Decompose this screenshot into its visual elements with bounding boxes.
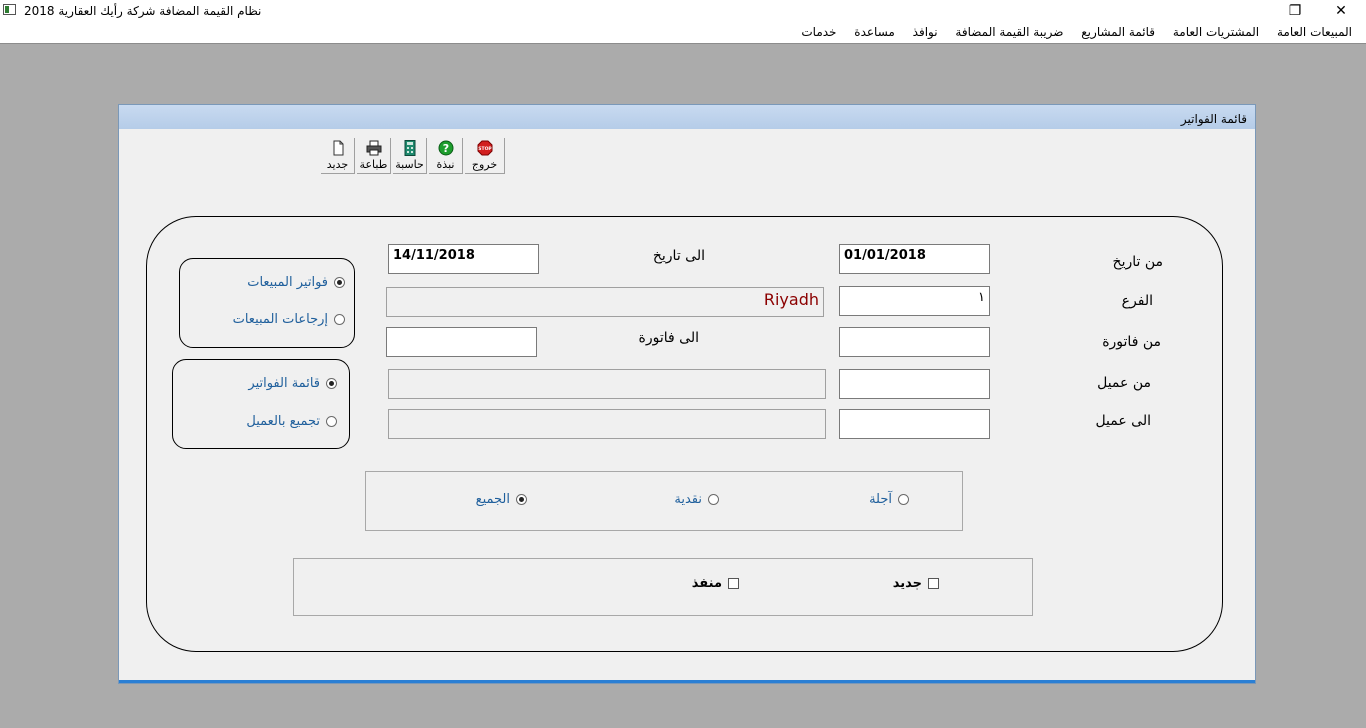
menu-general-purchases[interactable]: المشتريات العامة	[1173, 25, 1259, 39]
credit-label: آجلة	[869, 492, 892, 507]
from-date-input[interactable]: 01/01/2018	[839, 244, 990, 274]
invoice-type-group	[179, 258, 355, 348]
sales-invoices-radio-circle[interactable]	[334, 277, 345, 288]
new-checkbox-box[interactable]	[928, 578, 939, 589]
credit-radio-circle[interactable]	[898, 494, 909, 505]
to-invoice-input[interactable]	[386, 327, 537, 357]
window-caption[interactable]: قائمة الفواتير	[119, 105, 1255, 129]
menu-windows[interactable]: نوافذ	[913, 25, 938, 39]
document-icon	[333, 140, 344, 156]
sales-returns-radio[interactable]: إرجاعات المبيعات	[229, 312, 345, 327]
exit-button[interactable]: STOP خروج	[465, 138, 505, 174]
cash-label: نقدية	[674, 492, 702, 507]
stop-icon: STOP	[477, 140, 493, 156]
invoice-list-label: قائمة الفواتير	[248, 376, 320, 391]
branch-name-field: Riyadh	[386, 287, 824, 317]
window-bottom-edge	[119, 680, 1255, 683]
executed-status-label: منفذ	[691, 576, 722, 591]
to-date-input[interactable]: 14/11/2018	[388, 244, 539, 274]
calculator-label: حاسبة	[395, 158, 424, 171]
sales-returns-radio-circle[interactable]	[334, 314, 345, 325]
new-label: جديد	[326, 158, 349, 171]
credit-radio[interactable]: آجلة	[839, 492, 909, 507]
cash-radio[interactable]: نقدية	[639, 492, 719, 507]
sales-invoices-label: فواتير المبيعات	[247, 275, 328, 290]
from-invoice-input[interactable]	[839, 327, 990, 357]
executed-checkbox-box[interactable]	[728, 578, 739, 589]
to-date-label: الى تاريخ	[652, 248, 705, 264]
executed-checkbox[interactable]: منفذ	[659, 576, 739, 591]
from-invoice-label: من فاتورة	[1102, 334, 1161, 350]
print-button[interactable]: طباعة	[357, 138, 391, 174]
restore-button[interactable]: ❐	[1272, 0, 1318, 22]
menu-general-sales[interactable]: المبيعات العامة	[1277, 25, 1352, 39]
new-checkbox[interactable]: جديد	[859, 576, 939, 591]
calculator-button[interactable]: حاسبة	[393, 138, 427, 174]
from-date-label: من تاريخ	[1112, 254, 1163, 270]
exit-label: خروج	[471, 158, 498, 171]
cash-radio-circle[interactable]	[708, 494, 719, 505]
to-customer-input[interactable]	[839, 409, 990, 439]
new-button[interactable]: جديد	[321, 138, 355, 174]
menu-bar: المبيعات العامة المشتريات العامة قائمة ا…	[0, 22, 1366, 44]
invoice-list-radio-circle[interactable]	[326, 378, 337, 389]
print-label: طباعة	[359, 158, 388, 171]
menu-services[interactable]: خدمات	[801, 25, 836, 39]
calculator-icon	[404, 140, 416, 156]
from-customer-label: من عميل	[1097, 375, 1151, 391]
group-by-customer-label: تجميع بالعميل	[246, 414, 320, 429]
sales-returns-label: إرجاعات المبيعات	[232, 312, 328, 327]
report-type-group	[172, 359, 350, 449]
window-body: جديد طباعة حاسبة ? نبذة STOP خروج فواتير…	[119, 130, 1255, 683]
menu-projects-list[interactable]: قائمة المشاريع	[1081, 25, 1155, 39]
to-customer-name-field	[388, 409, 826, 439]
from-customer-name-field	[388, 369, 826, 399]
branch-label: الفرع	[1121, 293, 1153, 309]
window-title: قائمة الفواتير	[1180, 112, 1247, 126]
svg-text:?: ?	[443, 142, 449, 155]
close-button[interactable]: ✕	[1318, 0, 1364, 22]
help-icon: ?	[438, 140, 454, 156]
from-customer-input[interactable]	[839, 369, 990, 399]
invoice-list-radio[interactable]: قائمة الفواتير	[219, 376, 337, 391]
about-button[interactable]: ? نبذة	[429, 138, 463, 174]
all-radio-circle[interactable]	[516, 494, 527, 505]
branch-code-input[interactable]: ١	[839, 286, 990, 316]
app-title: نظام القيمة المضافة شركة رأيك العقارية 2…	[24, 4, 262, 18]
invoice-list-window: قائمة الفواتير جديد طباعة حاسبة ? نبذة S…	[118, 104, 1256, 684]
group-by-customer-radio-circle[interactable]	[326, 416, 337, 427]
all-radio[interactable]: الجميع	[439, 492, 527, 507]
sales-invoices-radio[interactable]: فواتير المبيعات	[229, 275, 345, 290]
to-invoice-label: الى فاتورة	[638, 330, 699, 346]
group-by-customer-radio[interactable]: تجميع بالعميل	[219, 414, 337, 429]
title-bar: نظام القيمة المضافة شركة رأيك العقارية 2…	[0, 0, 1366, 22]
all-label: الجميع	[475, 492, 510, 507]
menu-vat[interactable]: ضريبة القيمة المضافة	[955, 25, 1063, 39]
to-customer-label: الى عميل	[1095, 413, 1151, 429]
printer-icon	[366, 140, 382, 156]
menu-help[interactable]: مساعدة	[854, 25, 895, 39]
stop-text: STOP	[478, 146, 492, 152]
about-label: نبذة	[436, 158, 455, 171]
app-icon[interactable]	[3, 4, 16, 15]
new-status-label: جديد	[892, 576, 922, 591]
